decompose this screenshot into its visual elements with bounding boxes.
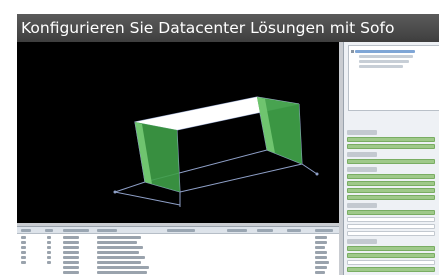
property-label [347,203,377,208]
component-table [17,226,339,275]
component-tree[interactable] [348,45,439,111]
tree-item[interactable] [359,65,403,68]
column-header[interactable] [227,229,247,232]
property-value[interactable] [347,246,435,251]
table-row[interactable] [17,270,339,275]
property-value[interactable] [347,267,435,272]
column-header[interactable] [257,229,273,232]
property-value[interactable] [347,195,435,200]
column-header[interactable] [45,229,53,232]
property-label [347,167,377,172]
property-value[interactable] [347,231,435,236]
tree-item[interactable] [359,55,413,58]
table-header [17,227,339,234]
column-header[interactable] [167,229,195,232]
app-window: Konfigurieren Sie Datacenter Lösungen mi… [17,14,439,275]
property-label [347,239,377,244]
3d-viewport[interactable] [17,42,339,223]
property-value[interactable] [347,174,435,179]
property-value[interactable] [347,217,435,222]
property-value[interactable] [347,260,435,265]
column-header[interactable] [21,229,31,232]
tree-item[interactable] [355,50,415,53]
property-value[interactable] [347,159,435,164]
column-header[interactable] [287,229,301,232]
property-value[interactable] [347,144,435,149]
property-value[interactable] [347,224,435,229]
property-label [347,130,377,135]
property-value[interactable] [347,210,435,215]
banner-title: Konfigurieren Sie Datacenter Lösungen mi… [17,14,439,42]
expand-icon[interactable] [351,50,354,53]
property-value[interactable] [347,253,435,258]
property-label [347,152,377,157]
property-value[interactable] [347,137,435,142]
column-header[interactable] [63,229,89,232]
column-header[interactable] [97,229,117,232]
axis-handle[interactable] [113,190,117,194]
property-value[interactable] [347,181,435,186]
properties-panel [343,42,439,275]
column-header[interactable] [315,229,333,232]
property-value[interactable] [347,188,435,193]
axis-handle[interactable] [315,172,319,176]
rack-3d-model[interactable] [17,42,339,223]
tree-item[interactable] [359,60,409,63]
